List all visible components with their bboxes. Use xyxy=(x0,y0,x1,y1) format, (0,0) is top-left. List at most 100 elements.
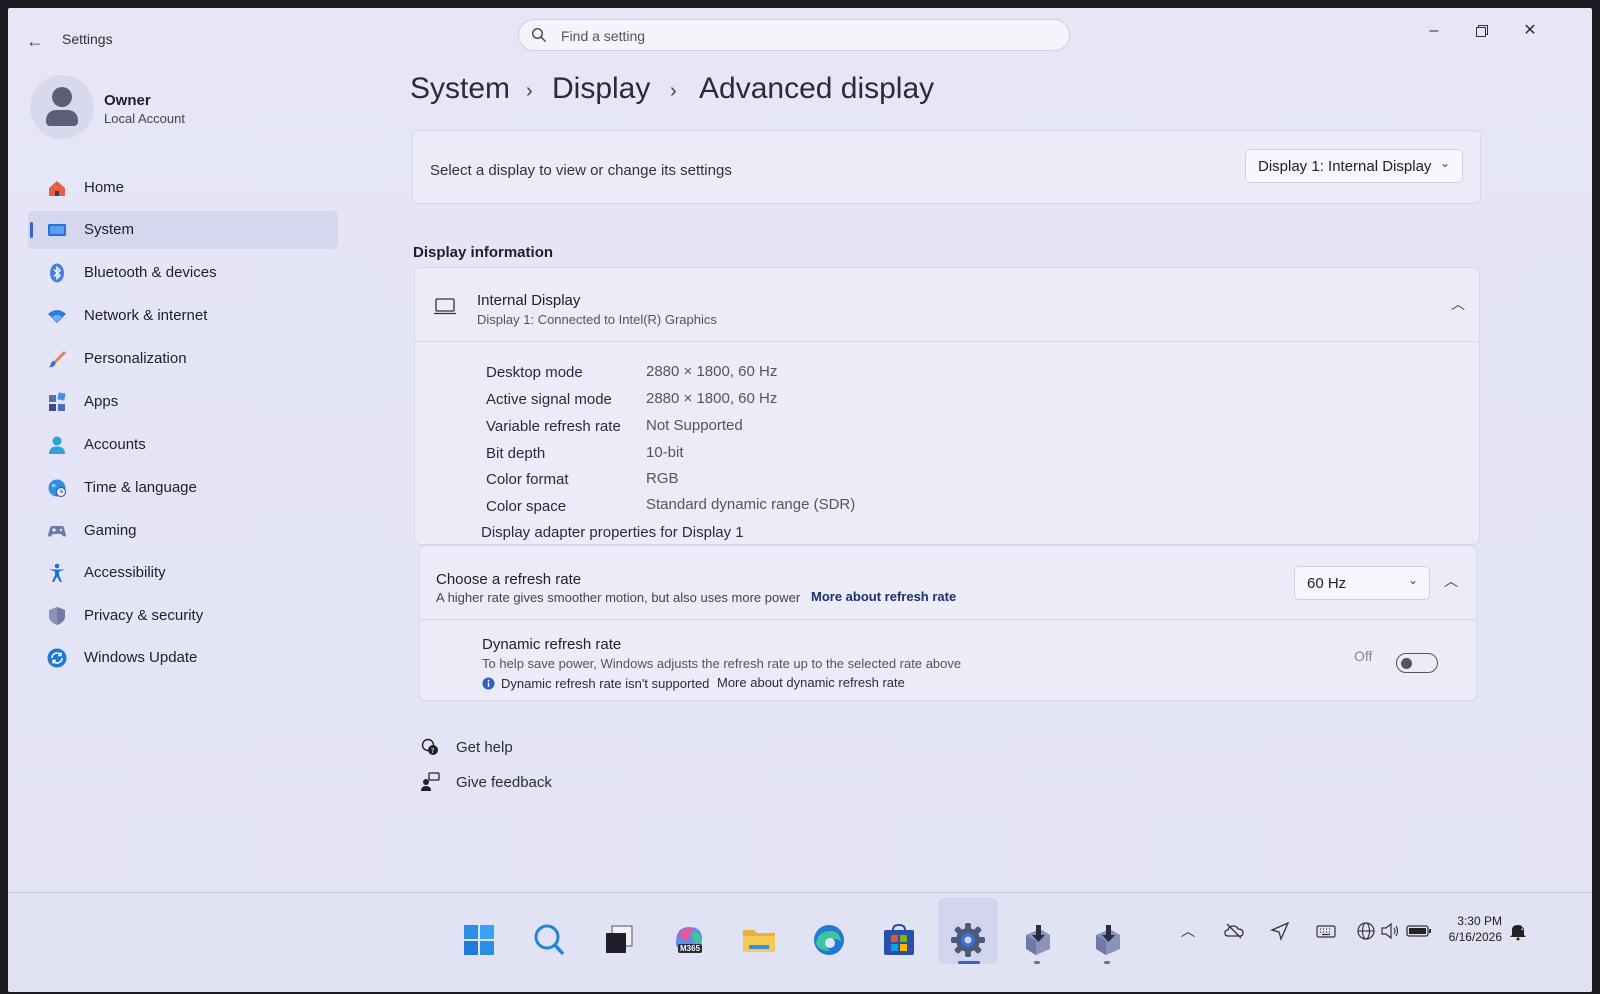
bluetooth-icon xyxy=(50,263,64,283)
sidebar-item-home[interactable]: Home xyxy=(28,169,338,207)
search-placeholder: Find a setting xyxy=(561,28,646,44)
give-feedback-link[interactable]: Give feedback xyxy=(456,774,552,791)
refresh-rate-value: 60 Hz xyxy=(1307,575,1347,592)
running-app-indicator xyxy=(1104,961,1110,964)
breadcrumb-separator: › xyxy=(526,80,533,102)
sidebar-item-gaming[interactable]: Gaming xyxy=(28,512,338,550)
sidebar-item-bluetooth[interactable]: Bluetooth & devices xyxy=(28,254,338,292)
internal-display-header[interactable]: Internal Display Display 1: Connected to… xyxy=(415,268,1479,342)
get-help-icon: ? xyxy=(421,738,438,755)
file-explorer-icon[interactable] xyxy=(740,921,778,959)
display-select-label: Select a display to view or change its s… xyxy=(430,162,732,179)
home-icon xyxy=(49,181,65,196)
info-value-active-signal-mode: 2880 × 1800, 60 Hz xyxy=(646,390,778,407)
info-label-active-signal-mode: Active signal mode xyxy=(486,391,612,408)
globe-clock-icon xyxy=(48,479,66,497)
clock-date[interactable]: 6/16/2026 xyxy=(1428,930,1502,944)
minimize-button[interactable]: – xyxy=(1414,16,1454,46)
clock-time[interactable]: 3:30 PM xyxy=(1428,914,1502,928)
info-label-color-space: Color space xyxy=(486,498,567,515)
task-view-icon[interactable] xyxy=(600,921,638,959)
restore-button[interactable] xyxy=(1462,16,1502,46)
svg-text:?: ? xyxy=(431,747,435,755)
refresh-rate-desc: A higher rate gives smoother motion, but… xyxy=(436,590,801,605)
display-information-heading: Display information xyxy=(413,244,554,261)
microsoft-store-icon[interactable] xyxy=(880,921,918,959)
network-globe-icon[interactable] xyxy=(1356,921,1376,941)
sidebar-item-system[interactable]: System xyxy=(28,211,338,249)
sidebar-item-apps[interactable]: Apps xyxy=(28,383,338,421)
sidebar-item-personalization[interactable]: Personalization xyxy=(28,340,338,378)
give-feedback-icon xyxy=(421,772,440,791)
info-label-desktop-mode: Desktop mode xyxy=(486,364,583,381)
search-icon xyxy=(531,27,546,42)
display-select-dropdown[interactable]: Display 1: Internal Display ⌄ xyxy=(1245,149,1463,183)
breadcrumb-system[interactable]: System xyxy=(410,72,510,106)
internal-display-subtitle: Display 1: Connected to Intel(R) Graphic… xyxy=(477,312,717,327)
chevron-down-icon: ⌄ xyxy=(1440,156,1451,170)
restore-icon xyxy=(1476,25,1488,37)
start-windows-icon[interactable] xyxy=(460,921,498,959)
sidebar-item-windows-update[interactable]: Windows Update xyxy=(28,639,338,677)
avatar[interactable] xyxy=(30,75,94,139)
dynamic-refresh-title: Dynamic refresh rate xyxy=(482,636,622,653)
accessibility-icon xyxy=(49,563,65,582)
gamepad-icon xyxy=(48,526,66,537)
settings-gear-icon[interactable] xyxy=(949,921,987,959)
more-about-refresh-rate-link[interactable]: More about refresh rate xyxy=(811,589,956,604)
brush-icon xyxy=(49,351,66,368)
sidebar-item-time-language[interactable]: Time & language xyxy=(28,469,338,507)
breadcrumb-separator: › xyxy=(670,80,677,102)
accounts-icon xyxy=(49,436,65,454)
search-box[interactable]: Find a setting xyxy=(518,19,1070,51)
page-title: Advanced display xyxy=(699,72,935,105)
copilot-m365-icon[interactable]: M365 xyxy=(670,921,708,959)
dynamic-refresh-state-label: Off xyxy=(1354,648,1373,664)
refresh-rate-dropdown[interactable]: 60 Hz ⌄ xyxy=(1294,566,1430,600)
chevron-up-icon[interactable]: ︿ xyxy=(1451,294,1465,314)
sidebar-item-network[interactable]: Network & internet xyxy=(28,297,338,335)
dynamic-refresh-toggle[interactable] xyxy=(1396,653,1438,673)
search-icon[interactable] xyxy=(530,921,568,959)
keyboard-icon[interactable] xyxy=(1316,921,1336,941)
info-value-color-space: Standard dynamic range (SDR) xyxy=(646,496,856,513)
profile-account-type: Local Account xyxy=(104,111,185,126)
svg-text:z: z xyxy=(1521,925,1524,932)
chevron-up-tray-icon[interactable]: ︿ xyxy=(1178,921,1198,941)
display-adapter-properties-link[interactable]: Display adapter properties for Display 1 xyxy=(481,524,744,541)
display-select-card: Select a display to view or change its s… xyxy=(412,130,1481,204)
app-installer-icon[interactable] xyxy=(1018,921,1056,959)
app-title: Settings xyxy=(62,31,113,47)
chevron-up-icon[interactable]: ︿ xyxy=(1444,571,1458,591)
dynamic-refresh-desc: To help save power, Windows adjusts the … xyxy=(482,656,962,671)
dynamic-refresh-note: Dynamic refresh rate isn't supported xyxy=(501,676,710,691)
more-about-dynamic-refresh-link[interactable]: More about dynamic refresh rate xyxy=(717,675,905,690)
info-value-desktop-mode: 2880 × 1800, 60 Hz xyxy=(646,363,778,380)
sidebar-item-accounts[interactable]: Accounts xyxy=(28,426,338,464)
edge-browser-icon[interactable] xyxy=(810,921,848,959)
location-icon[interactable] xyxy=(1270,921,1290,941)
info-value-variable-refresh: Not Supported xyxy=(646,417,743,434)
back-arrow-icon[interactable]: ← xyxy=(24,30,46,52)
volume-icon[interactable] xyxy=(1380,921,1400,941)
settings-window: ← Settings Find a setting – ✕ Owner Loca… xyxy=(8,8,1592,992)
running-app-indicator xyxy=(1034,961,1040,964)
info-label-color-format: Color format xyxy=(486,471,569,488)
get-help-link[interactable]: Get help xyxy=(456,739,513,756)
info-value-bit-depth: 10-bit xyxy=(646,444,684,461)
sidebar-item-accessibility[interactable]: Accessibility xyxy=(28,554,338,592)
notification-bell-icon[interactable]: z xyxy=(1508,921,1528,941)
info-label-variable-refresh: Variable refresh rate xyxy=(486,418,621,435)
system-icon xyxy=(48,224,66,236)
refresh-rate-header: Choose a refresh rate A higher rate give… xyxy=(420,546,1476,620)
close-button[interactable]: ✕ xyxy=(1510,16,1550,46)
update-icon xyxy=(47,648,67,668)
internal-display-title: Internal Display xyxy=(477,292,581,309)
taskbar xyxy=(8,892,1592,992)
display-select-value: Display 1: Internal Display xyxy=(1258,158,1432,175)
onedrive-offline-icon[interactable] xyxy=(1224,921,1244,941)
sidebar-item-privacy[interactable]: Privacy & security xyxy=(28,597,338,635)
breadcrumb-display[interactable]: Display xyxy=(552,72,650,106)
app-installer-icon-2[interactable] xyxy=(1088,921,1126,959)
refresh-rate-card: Choose a refresh rate A higher rate give… xyxy=(419,545,1477,701)
